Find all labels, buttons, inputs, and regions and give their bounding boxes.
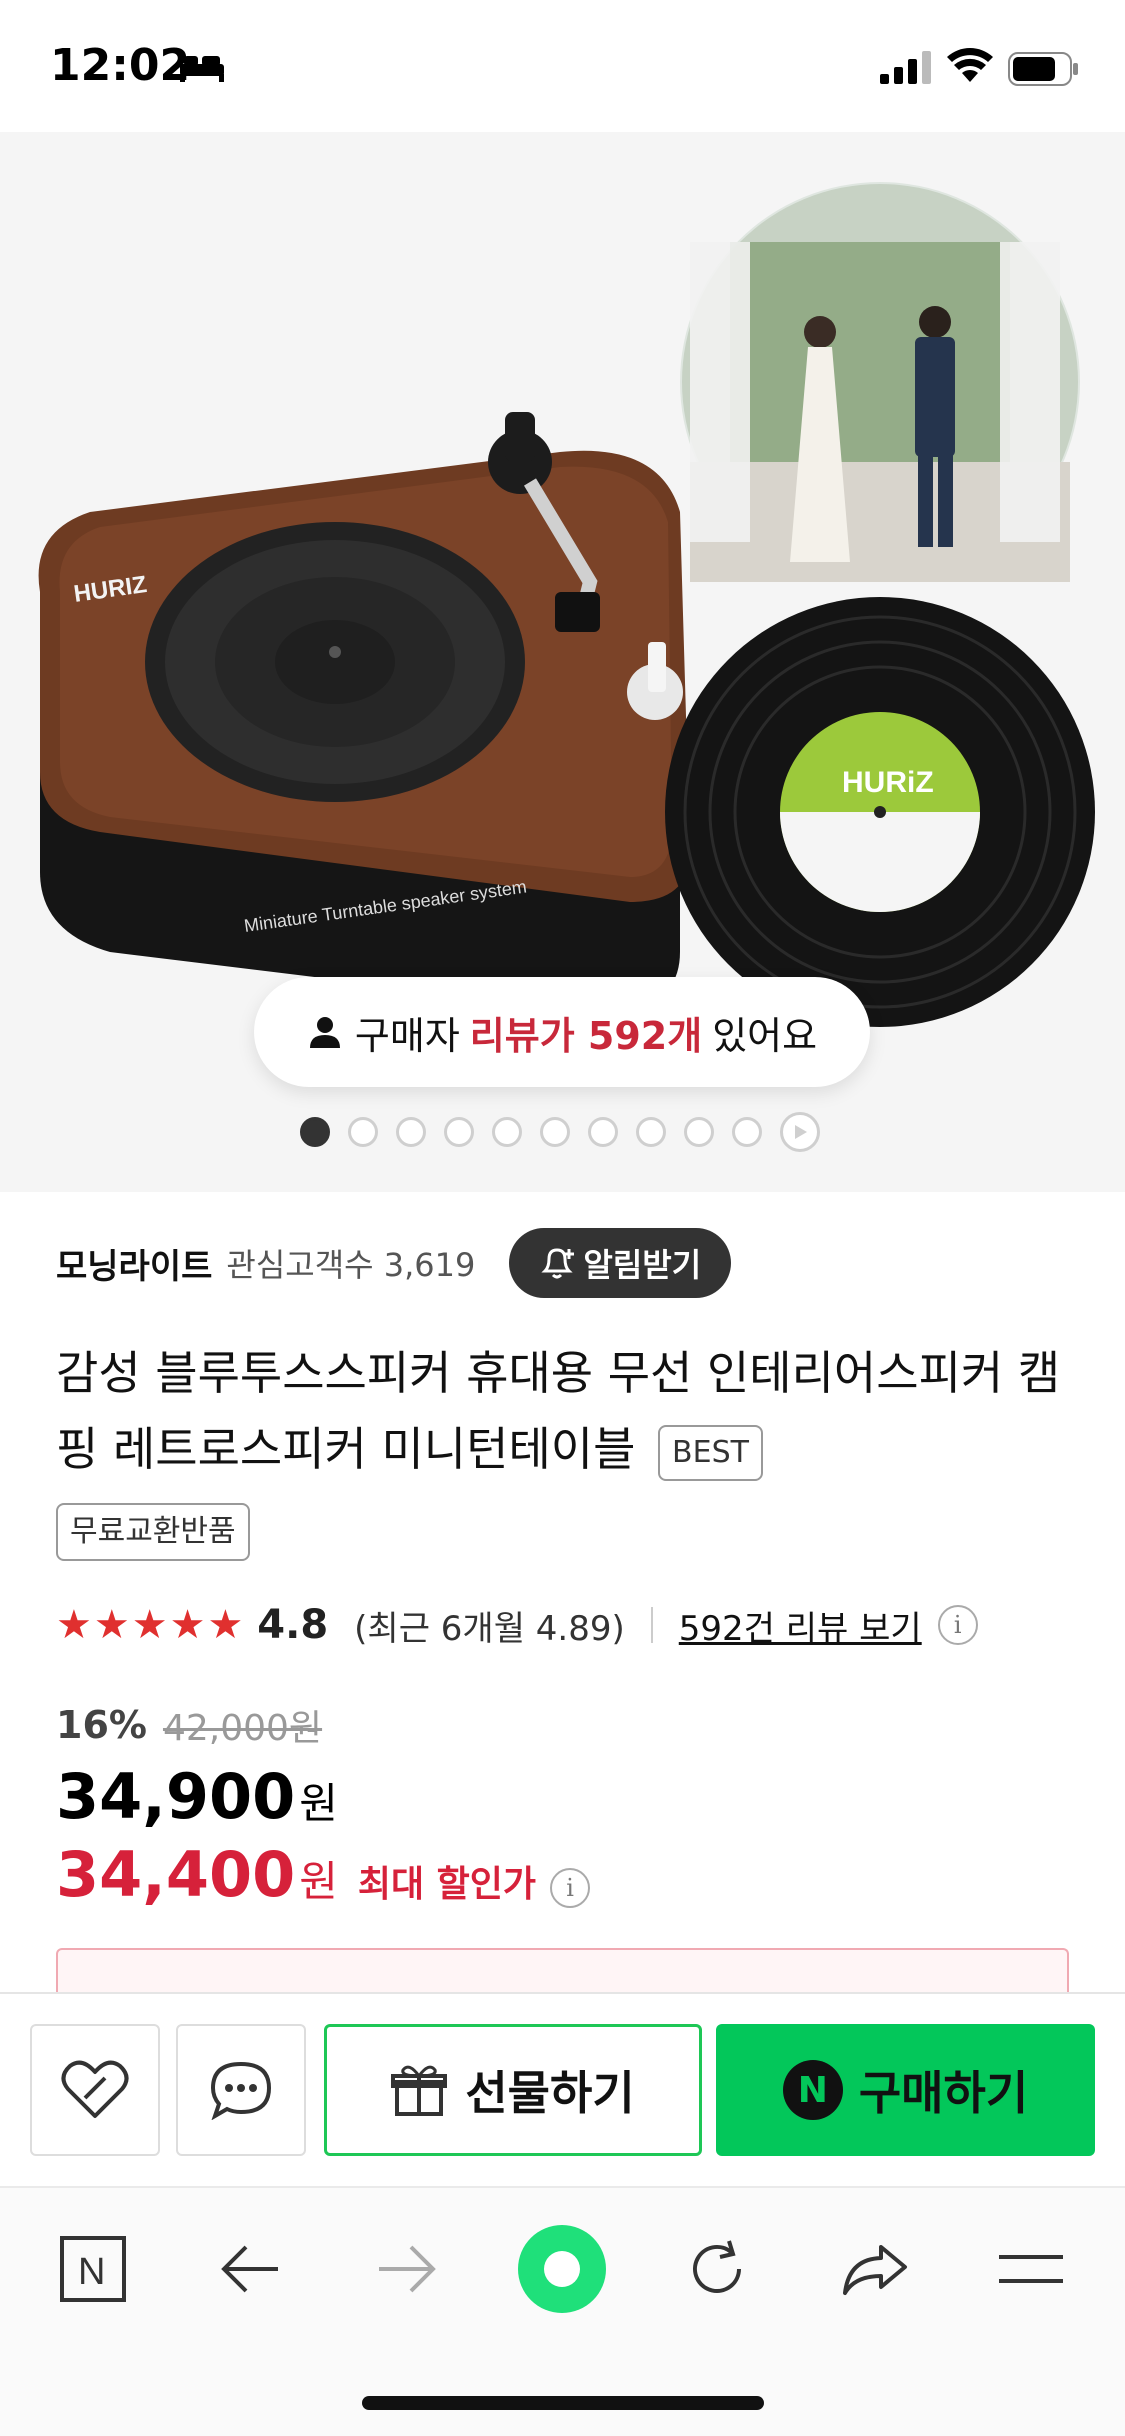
rating-score: 4.8 [257,1602,329,1648]
person-icon [309,1017,340,1048]
carousel-dot[interactable] [540,1117,570,1147]
forward-arrow-icon[interactable] [362,2224,452,2314]
gift-button[interactable]: 선물하기 [324,2024,702,2156]
naver-home-icon[interactable]: N [48,2224,138,2314]
alarm-button[interactable]: 알림받기 [509,1228,732,1298]
carousel-dot[interactable] [732,1117,762,1147]
review-link[interactable]: 592건 리뷰 보기 [679,1601,922,1650]
refresh-icon[interactable] [672,2224,762,2314]
home-letter: N [78,2251,105,2293]
review-suffix: 있어요 [712,1013,818,1058]
info-icon[interactable]: i [550,1868,591,1908]
record-label: HURiZ [842,766,934,799]
share-icon[interactable] [830,2224,920,2314]
naver-pay-icon: N [782,2060,843,2120]
alarm-label: 알림받기 [583,1246,702,1284]
sale-price-value: 34,900 [56,1760,296,1833]
store-row: 모닝라이트 관심고객수 3,619 알림받기 [56,1228,732,1298]
review-prefix: 구매자 [354,1013,460,1058]
chat-button[interactable] [176,2024,306,2156]
menu-icon[interactable] [986,2224,1076,2314]
best-badge: BEST [658,1424,763,1481]
max-price-value: 34,400 [56,1838,296,1911]
max-discount-price: 34,400 원 최대 할인가 i [56,1838,591,1918]
recent-rating: (최근 6개월 4.89) [354,1608,625,1649]
back-arrow-icon[interactable] [205,2224,295,2314]
rating-row: ★★★★★ 4.8 (최근 6개월 4.89) 592건 리뷰 보기 i [56,1595,978,1655]
discount-row: 16% 42,000원 [56,1700,322,1750]
info-icon[interactable]: i [937,1605,978,1645]
bell-plus-icon [541,1248,575,1279]
carousel-dot[interactable] [636,1117,666,1147]
signal-icon [880,51,931,84]
home-indicator[interactable] [362,2396,764,2410]
divider [650,1607,653,1643]
battery-icon [1008,52,1078,86]
sale-price-unit: 원 [299,1779,338,1828]
gift-icon [391,2065,448,2116]
gift-label: 선물하기 [465,2066,635,2120]
status-time: 12:02 [50,40,191,91]
play-icon[interactable] [780,1112,820,1152]
buy-button[interactable]: N 구매하기 [716,2024,1095,2156]
discount-percent: 16% [56,1703,147,1747]
star-rating: ★★★★★ [56,1602,246,1648]
purchase-action-bar: 선물하기 N 구매하기 [0,1992,1125,2186]
wifi-icon [947,48,993,82]
wishlist-button[interactable] [30,2024,160,2156]
review-highlight: 리뷰가 592개 [469,1013,703,1058]
chat-bubble-icon [210,2061,272,2120]
heart-icon [61,2060,129,2118]
bed-icon [180,56,224,82]
carousel-dot[interactable] [348,1117,378,1147]
max-price-label: 최대 할인가 [357,1864,537,1905]
product-image[interactable]: HURIZ Miniature Turntable speaker system… [0,132,1125,1192]
carousel-dot[interactable] [492,1117,522,1147]
carousel-indicator[interactable] [300,1112,820,1152]
review-count-pill[interactable]: 구매자 리뷰가 592개 있어요 [254,977,870,1087]
max-price-unit: 원 [299,1857,338,1906]
product-title-text: 감성 블루투스스피커 휴대용 무선 인테리어스피커 캠핑 레트로스피커 미니턴테… [56,1346,1061,1476]
carousel-dot[interactable] [684,1117,714,1147]
carousel-dot[interactable] [588,1117,618,1147]
original-price: 42,000원 [162,1708,323,1749]
carousel-dot[interactable] [396,1117,426,1147]
buy-label: 구매하기 [858,2066,1029,2120]
free-return-badge: 무료교환반품 [56,1503,250,1561]
status-bar: 12:02 [0,0,1125,132]
carousel-dot[interactable] [300,1117,330,1147]
sale-price: 34,900 원 [56,1760,338,1833]
store-fans: 관심고객수 3,619 [226,1246,476,1284]
store-name[interactable]: 모닝라이트 [56,1239,212,1288]
carousel-dot[interactable] [444,1117,474,1147]
green-dot-icon[interactable] [517,2224,607,2314]
product-title: 감성 블루투스스피커 휴대용 무선 인테리어스피커 캠핑 레트로스피커 미니턴테… [56,1335,1066,1487]
